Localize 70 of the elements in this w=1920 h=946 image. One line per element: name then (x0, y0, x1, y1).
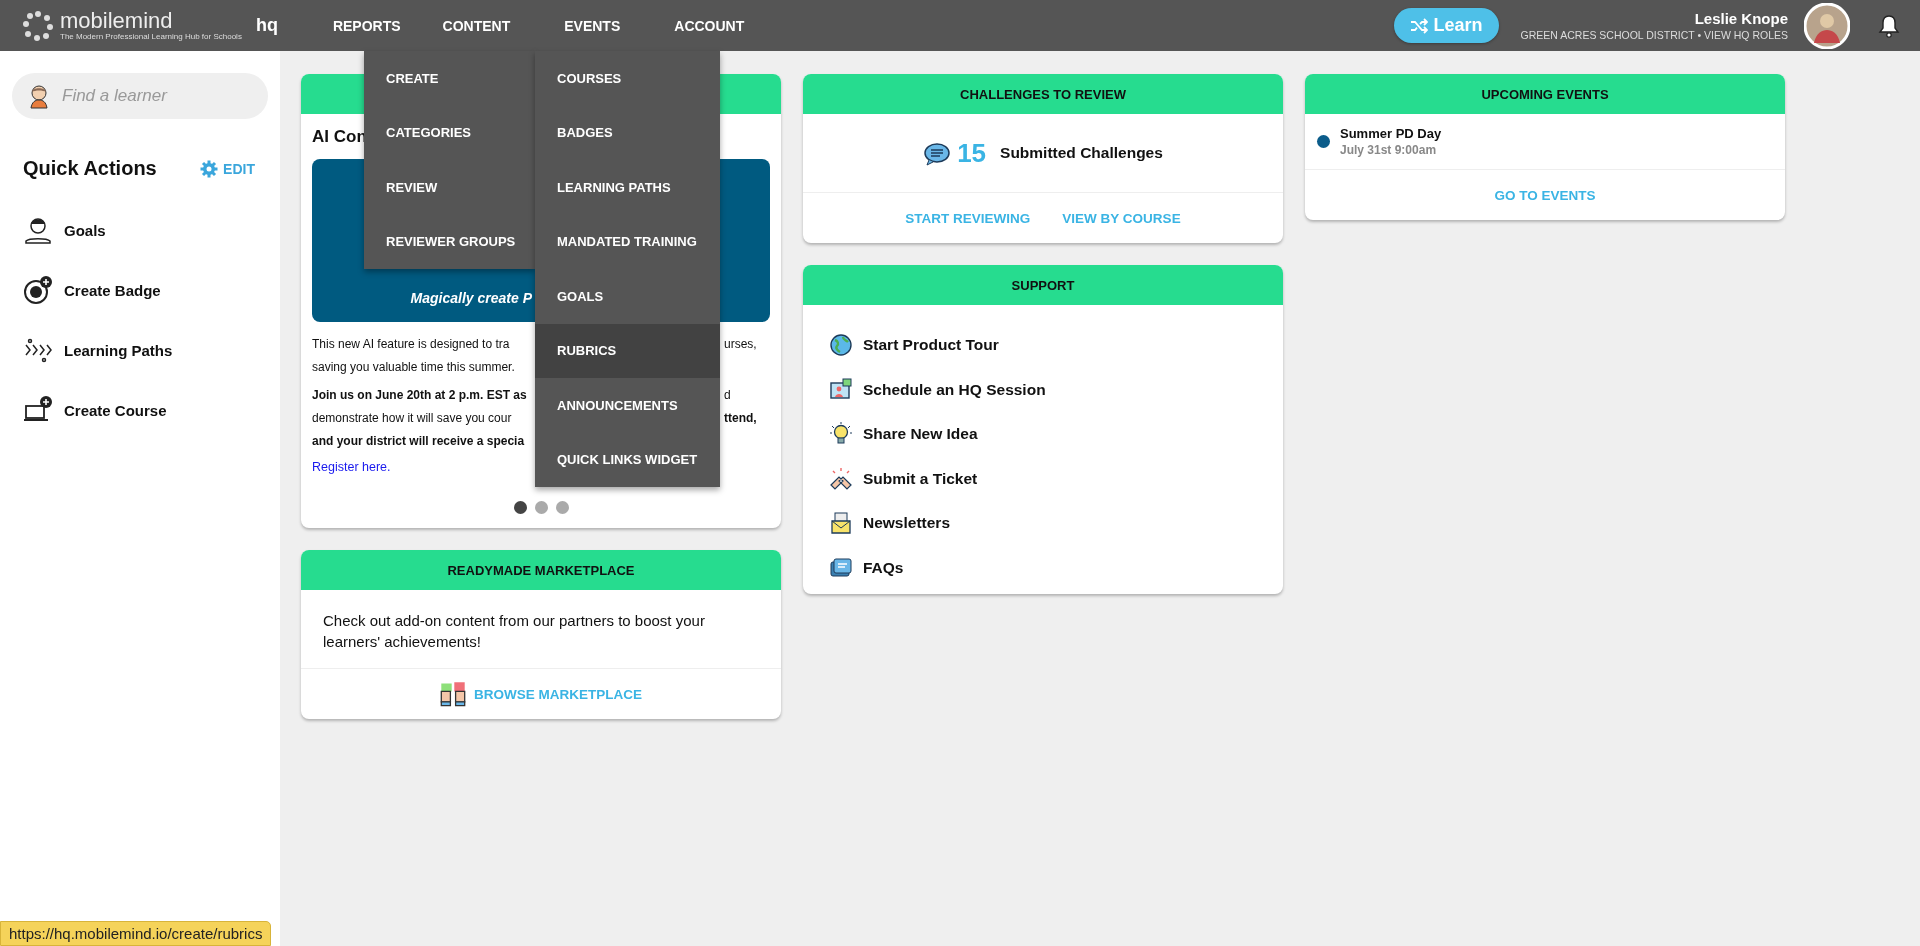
paragraph-text: Join us on June 20th at 2 p.m. EST as (312, 387, 527, 402)
support-link[interactable]: FAQs (829, 555, 1283, 580)
search-field[interactable]: Find a learner (12, 73, 268, 119)
banner-caption: Magically create P (409, 290, 532, 306)
quick-action-link[interactable]: Goals (23, 215, 268, 245)
goal-person-icon (23, 215, 53, 245)
support-link[interactable]: Start Product Tour (829, 333, 1283, 357)
paragraph-text: saving you valuable time this summer. (312, 359, 515, 374)
menu-item[interactable]: REVIEWER GROUPS (364, 214, 535, 269)
menu-item[interactable]: COURSES (535, 51, 720, 106)
carousel-dot[interactable] (534, 501, 548, 514)
light-bulb-icon (829, 422, 853, 446)
hands-puzzle-icon (440, 681, 466, 707)
speech-bubble-icon (923, 140, 952, 166)
carousel-dot[interactable] (555, 501, 569, 514)
card-header: SUPPORT (803, 265, 1283, 305)
paragraph-text: and your district will receive a specia (312, 433, 525, 448)
support-link[interactable]: Newsletters (829, 511, 1283, 535)
card-header: UPCOMING EVENTS (1305, 74, 1785, 114)
video-screen-icon (829, 377, 853, 402)
paragraph-text: ttend, (724, 410, 757, 425)
paragraph-text: This new AI feature is designed to tra (312, 336, 510, 351)
paragraph-text: demonstrate how it will save you cour (312, 410, 512, 425)
card-header: CHALLENGES TO REVIEW (803, 74, 1283, 114)
quick-action-link[interactable]: Create Course (23, 395, 268, 425)
menu-item[interactable]: QUICK LINKS WIDGET (535, 432, 720, 487)
envelope-icon (829, 511, 853, 535)
product-name: hq (255, 15, 278, 36)
nav-link[interactable]: REPORTS (332, 17, 401, 34)
menu-item[interactable]: CATEGORIES (364, 105, 535, 160)
user-name: Leslie Knope (1694, 10, 1788, 27)
status-url: https://hq.mobilemind.io/create/rubrics (0, 921, 272, 946)
register-link[interactable]: Register here. (312, 460, 391, 474)
nav-link[interactable]: CONTENT (442, 17, 511, 34)
paragraph-text: urses, (724, 336, 757, 351)
paragraph-text: d (724, 387, 731, 402)
challenge-label: Submitted Challenges (1000, 144, 1163, 162)
quick-actions-title: Quick Actions (23, 157, 157, 180)
carousel-dot[interactable] (513, 501, 527, 514)
menu-item[interactable]: CREATE (364, 51, 535, 106)
user-district[interactable]: GREEN ACRES SCHOOL DISTRICT • VIEW HQ ROLES (1520, 29, 1788, 41)
shuffle-icon (1409, 17, 1428, 34)
question-card-icon (829, 555, 853, 580)
event-title[interactable]: Summer PD Day (1340, 126, 1442, 141)
logo-name: mobilemind (60, 10, 174, 32)
menu-item[interactable]: MANDATED TRAINING (535, 214, 720, 269)
quick-action-link[interactable]: Create Badge (23, 275, 268, 305)
menu-item[interactable]: LEARNING PATHS (535, 160, 720, 215)
handshake-icon (829, 466, 853, 491)
card-header: READYMADE MARKETPLACE (301, 550, 781, 590)
nav-link[interactable]: ACCOUNT (674, 17, 745, 34)
support-link[interactable]: Schedule an HQ Session (829, 377, 1283, 402)
menu-item[interactable]: RUBRICS (535, 323, 720, 378)
nav-link[interactable]: EVENTS (564, 17, 621, 34)
menu-item[interactable]: BADGES (535, 105, 720, 160)
support-link[interactable]: Share New Idea (829, 422, 1283, 446)
support-link[interactable]: Submit a Ticket (829, 466, 1283, 491)
avatar[interactable] (1804, 2, 1850, 49)
notification-bell-icon[interactable] (1878, 13, 1900, 38)
marketplace-text: Check out add-on content from our partners to boost your learners' achievements! (301, 590, 781, 669)
menu-item[interactable]: ANNOUNCEMENTS (535, 378, 720, 433)
globe-icon (829, 333, 853, 357)
menu-item[interactable]: REVIEW (364, 160, 535, 215)
quick-action-link[interactable]: Learning Paths (23, 335, 268, 365)
challenge-count: 15 (957, 137, 987, 169)
menu-item[interactable]: GOALS (535, 269, 720, 324)
event-time: July 31st 9:00am (1340, 143, 1438, 157)
logo-icon (22, 9, 54, 42)
logo-tagline: The Modern Professional Learning Hub for Schools (60, 32, 242, 41)
badge-plus-icon (23, 275, 53, 305)
